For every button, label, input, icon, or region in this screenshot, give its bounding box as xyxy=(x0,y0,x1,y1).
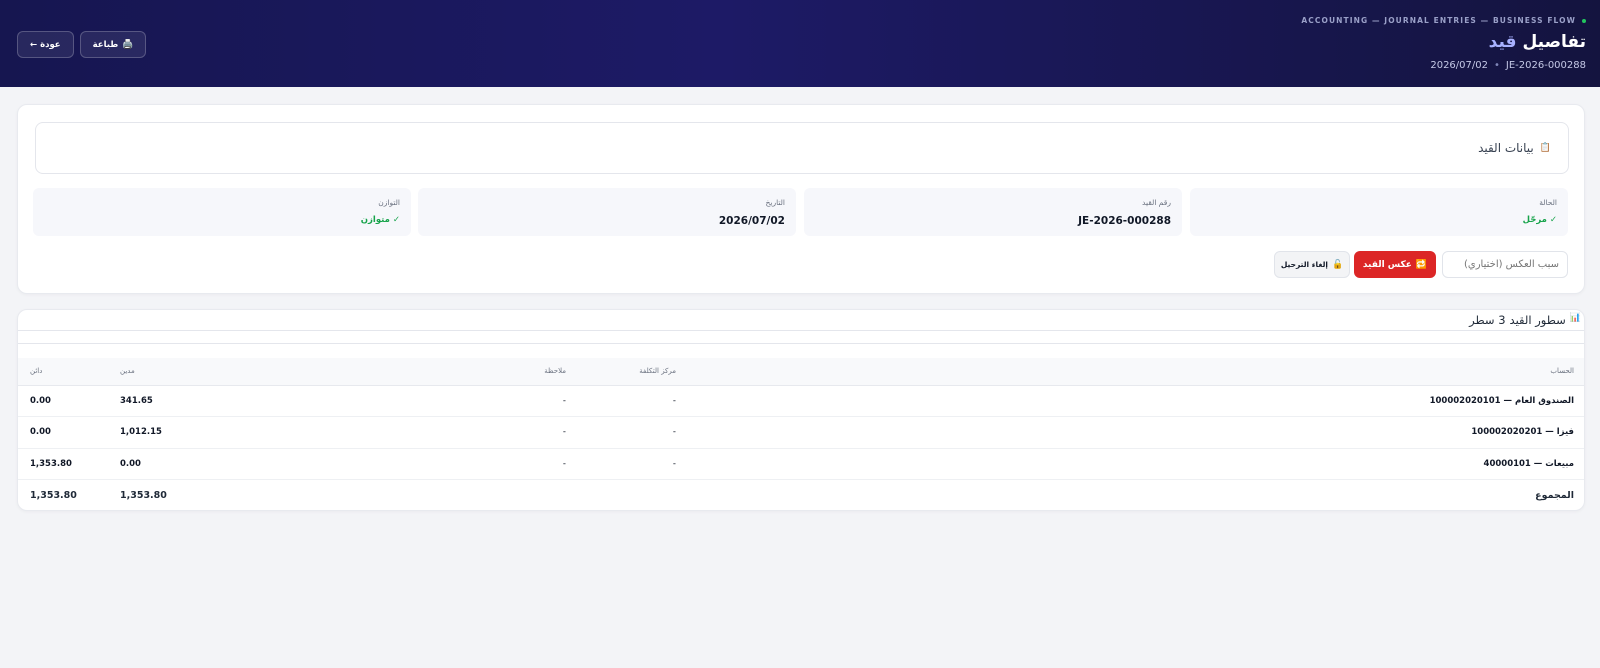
stat-label: رقم القيد xyxy=(1142,198,1171,207)
status-badge: ✓ مرحّل xyxy=(1522,215,1557,225)
status-dot-icon xyxy=(1582,18,1586,23)
lines-title: سطور القيد xyxy=(1509,313,1566,327)
col-credit[interactable]: دائن xyxy=(18,358,120,386)
reverse-reason-input[interactable] xyxy=(1442,251,1568,278)
entry-section-header: 📋 بيانات القيد xyxy=(35,122,1569,174)
cell-cost-center: - xyxy=(566,448,676,480)
total-credit: 1,353.80 xyxy=(30,490,77,501)
col-note[interactable]: ملاحظة xyxy=(420,358,566,386)
page-header: ACCOUNTING — JOURNAL ENTRIES — BUSINESS … xyxy=(0,0,1600,87)
back-button[interactable]: ← عودة xyxy=(17,31,74,58)
stat-value: JE-2026-000288 xyxy=(1078,215,1171,227)
cell-cost-center: - xyxy=(566,385,676,417)
stat-entry-no: رقم القيد JE-2026-000288 xyxy=(804,188,1182,236)
breadcrumb: ACCOUNTING — JOURNAL ENTRIES — BUSINESS … xyxy=(1301,16,1586,25)
unlock-icon: 🔓 xyxy=(1331,259,1344,270)
stat-label: التاريخ xyxy=(765,198,785,207)
total-cost-empty xyxy=(566,480,676,511)
col-cost-center[interactable]: مركز التكلفة xyxy=(566,358,676,386)
cell-debit: 1,012.15 xyxy=(120,416,420,449)
cell-note: - xyxy=(420,416,566,449)
unpost-button[interactable]: 🔓 إلغاء الترحيل xyxy=(1274,251,1350,278)
meta-separator-icon: • xyxy=(1493,60,1500,71)
print-button[interactable]: طباعة 🖨️ xyxy=(79,31,147,58)
table-row: 0.00 341.65 - - 100002020101 — الصندوق ا… xyxy=(18,385,1584,417)
unpost-button-label: إلغاء الترحيل xyxy=(1280,260,1328,269)
table-row: 1,353.80 0.00 - - 40000101 — مبيعات xyxy=(18,448,1584,480)
cell-note: - xyxy=(420,448,566,480)
entry-lines-card: 📊 سطور القيد 3 سطر دائن مدين ملاحظة مركز… xyxy=(17,309,1585,511)
table-row: 0.00 1,012.15 - - 100002020201 — فيزا xyxy=(18,416,1584,449)
table-header-row: دائن مدين ملاحظة مركز التكلفة الحساب xyxy=(18,358,1584,386)
total-note-empty xyxy=(420,480,566,511)
stat-label: الحالة xyxy=(1539,198,1557,207)
stat-balance: التوازن ✓ متوازن xyxy=(33,188,411,236)
printer-icon: 🖨️ xyxy=(122,39,134,50)
total-debit: 1,353.80 xyxy=(120,490,167,501)
page-title: تفاصيل قيد xyxy=(1301,32,1586,52)
cell-credit: 0.00 xyxy=(18,416,120,449)
stat-value: 2026/07/02 xyxy=(718,215,785,227)
lines-table: دائن مدين ملاحظة مركز التكلفة الحساب 0.0… xyxy=(18,358,1584,511)
entry-section-title: بيانات القيد xyxy=(1478,141,1534,155)
lines-count: 3 سطر xyxy=(1469,313,1506,327)
cell-account: 100002020201 — فيزا xyxy=(676,416,1584,449)
repeat-icon: 🔁 xyxy=(1415,259,1428,270)
stat-status: الحالة ✓ مرحّل xyxy=(1190,188,1568,236)
stat-label: التوازن xyxy=(378,198,400,207)
header-entry-no: JE-2026-000288 xyxy=(1505,60,1586,71)
cell-account: 40000101 — مبيعات xyxy=(676,448,1584,480)
lines-header-bar xyxy=(18,330,1584,344)
breadcrumb-text: ACCOUNTING — JOURNAL ENTRIES — BUSINESS … xyxy=(1301,16,1576,25)
clipboard-icon: 📋 xyxy=(1539,143,1551,153)
reverse-entry-button[interactable]: 🔁 عكس القيد xyxy=(1354,251,1436,278)
title-main: تفاصيل xyxy=(1522,32,1586,52)
total-label: المجموع xyxy=(1535,490,1574,501)
back-button-label: ← عودة xyxy=(30,39,61,50)
title-highlight: قيد xyxy=(1488,32,1517,52)
header-date: 2026/07/02 xyxy=(1430,60,1488,71)
col-debit[interactable]: مدين xyxy=(120,358,420,386)
cell-credit: 1,353.80 xyxy=(18,448,120,480)
cell-debit: 341.65 xyxy=(120,385,420,417)
table-total-row: 1,353.80 1,353.80 المجموع xyxy=(18,480,1584,511)
cell-cost-center: - xyxy=(566,416,676,449)
cell-debit: 0.00 xyxy=(120,448,420,480)
cell-credit: 0.00 xyxy=(18,385,120,417)
header-info: ACCOUNTING — JOURNAL ENTRIES — BUSINESS … xyxy=(1301,16,1586,71)
cell-note: - xyxy=(420,385,566,417)
reverse-button-label: عكس القيد xyxy=(1362,259,1412,270)
entry-details-card: 📋 بيانات القيد الحالة ✓ مرحّل رقم القيد … xyxy=(17,104,1585,294)
print-button-label: طباعة xyxy=(92,39,119,50)
cell-account: 100002020101 — الصندوق العام xyxy=(676,385,1584,417)
header-meta: 2026/07/02 • JE-2026-000288 xyxy=(1301,60,1586,71)
header-actions: ← عودة طباعة 🖨️ xyxy=(17,31,147,58)
balance-badge: ✓ متوازن xyxy=(360,215,400,225)
col-account[interactable]: الحساب xyxy=(676,358,1584,386)
bar-chart-icon: 📊 xyxy=(1569,313,1581,323)
stat-date: التاريخ 2026/07/02 xyxy=(418,188,796,236)
